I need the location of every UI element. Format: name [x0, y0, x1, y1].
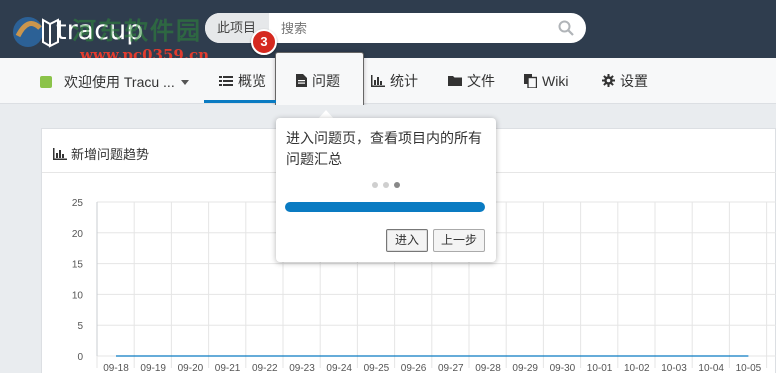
folder-icon: [448, 76, 462, 86]
gear-icon: [602, 74, 615, 87]
x-tick-label: 09-25: [364, 363, 390, 373]
project-selector[interactable]: 欢迎使用 Tracu ...: [40, 72, 189, 92]
x-tick-label: 09-26: [401, 363, 427, 373]
step-dots: [372, 182, 405, 188]
panel-title-text: 新增问题趋势: [71, 147, 150, 162]
top-bar: tracup 河东软件园 www.pc0359.cn 此项目: [0, 0, 776, 64]
y-tick-label: 25: [72, 198, 84, 209]
tab-statistics-label: 统计: [390, 72, 418, 89]
search-input[interactable]: [269, 13, 586, 43]
tab-overview[interactable]: 概览: [219, 58, 266, 103]
x-tick-label: 09-18: [103, 363, 129, 373]
list-icon: [219, 75, 233, 86]
y-tick-label: 20: [72, 229, 84, 240]
popover-message: 进入问题页，查看项目内的所有问题汇总: [286, 130, 482, 167]
step-dot-active: [394, 182, 400, 188]
x-tick-label: 09-21: [215, 363, 241, 373]
step-dot: [372, 182, 378, 188]
bar-chart-icon: [371, 74, 385, 87]
y-tick-label: 5: [77, 321, 83, 332]
x-tick-label: 10-03: [661, 363, 687, 373]
previous-step-button[interactable]: 上一步: [433, 229, 485, 252]
x-tick-label: 09-30: [550, 363, 576, 373]
tour-progress-bar: [285, 202, 485, 212]
search-icon[interactable]: [558, 20, 574, 36]
x-tick-label: 09-24: [326, 363, 352, 373]
step-dot: [383, 182, 389, 188]
y-tick-label: 10: [72, 290, 84, 301]
active-tab-indicator: [204, 100, 276, 103]
y-tick-label: 0: [77, 352, 83, 363]
x-tick-label: 09-23: [289, 363, 315, 373]
project-color-dot: [40, 76, 52, 88]
panel-title: 新增问题趋势: [53, 144, 149, 163]
tab-overview-label: 概览: [238, 72, 266, 89]
x-tick-label: 10-02: [624, 363, 650, 373]
tour-popover: 进入问题页，查看项目内的所有问题汇总 进入 上一步: [276, 118, 496, 262]
tab-issues[interactable]: 问题: [296, 58, 340, 103]
tab-issues-label: 问题: [312, 72, 340, 89]
tab-statistics[interactable]: 统计: [371, 58, 418, 103]
enter-button[interactable]: 进入: [386, 229, 428, 252]
x-tick-label: 10-05: [736, 363, 762, 373]
x-tick-label: 09-29: [512, 363, 538, 373]
y-tick-label: 15: [72, 260, 84, 271]
tab-files[interactable]: 文件: [448, 58, 495, 103]
x-tick-label: 09-22: [252, 363, 278, 373]
project-name: 欢迎使用 Tracu ...: [64, 74, 175, 90]
watermark-text: 河东软件园: [72, 16, 202, 45]
caret-down-icon: [180, 79, 189, 85]
x-tick-label: 10-04: [698, 363, 724, 373]
tab-settings[interactable]: 设置: [602, 58, 648, 103]
tour-step-badge: 3: [251, 29, 277, 55]
x-tick-label: 10-01: [587, 363, 613, 373]
tab-files-label: 文件: [467, 72, 495, 89]
tab-wiki-label: Wiki: [542, 72, 569, 89]
x-tick-label: 09-27: [438, 363, 464, 373]
copy-icon: [524, 73, 537, 88]
x-tick-label: 09-28: [475, 363, 501, 373]
document-icon: [296, 74, 307, 87]
x-tick-label: 09-19: [140, 363, 166, 373]
bar-chart-icon: [53, 147, 67, 160]
tab-settings-label: 设置: [620, 72, 648, 89]
tab-wiki[interactable]: Wiki: [524, 58, 568, 103]
x-tick-label: 09-20: [178, 363, 204, 373]
tracup-logo-icon: [13, 17, 59, 48]
